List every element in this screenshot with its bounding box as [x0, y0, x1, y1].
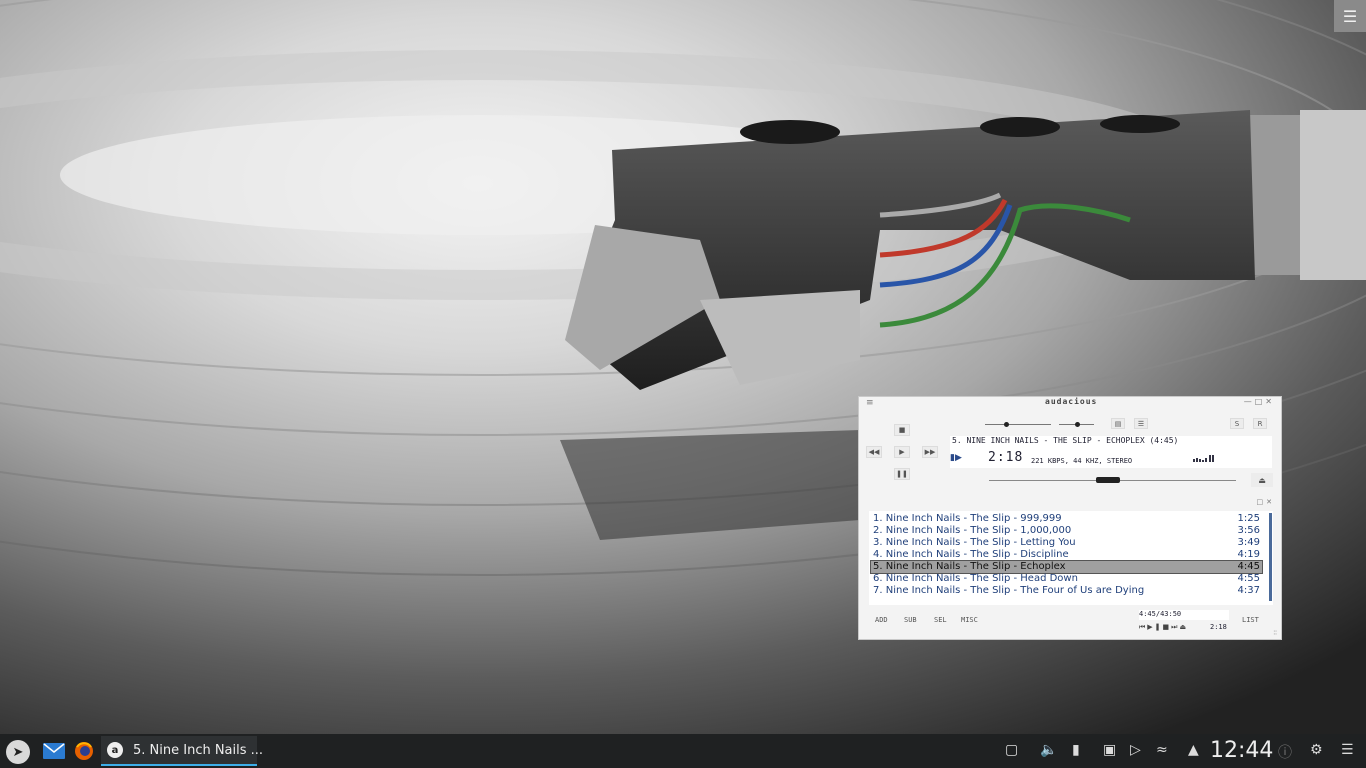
volume-icon[interactable]: 🔈 [1040, 742, 1057, 758]
stop-button[interactable]: ■ [894, 424, 910, 436]
track-title: 6. Nine Inch Nails - The Slip - Head Dow… [873, 573, 1078, 584]
desktop-toolbox-button[interactable]: ☰ [1334, 0, 1366, 32]
volume-slider[interactable] [985, 424, 1051, 425]
stream-info: 221 KBPS, 44 KHZ, STEREO [1031, 457, 1133, 465]
list-icon: ☰ [1137, 419, 1145, 428]
firefox-icon [75, 742, 93, 760]
resize-grip-icon[interactable]: ∶∶ [1273, 629, 1277, 637]
playlist-row[interactable]: 1. Nine Inch Nails - The Slip - 999,999 … [871, 513, 1262, 525]
now-playing-title: 5. NINE INCH NAILS - THE SLIP - ECHOPLEX… [952, 436, 1179, 445]
track-duration: 4:45 [1237, 561, 1260, 572]
balance-knob[interactable] [1074, 422, 1080, 427]
track-duration: 1:25 [1237, 513, 1260, 524]
playlist-toggle-button[interactable]: ☰ [1134, 418, 1148, 429]
shuffle-icon: S [1234, 419, 1240, 428]
track-title: 4. Nine Inch Nails - The Slip - Discipli… [873, 549, 1069, 560]
window-buttons[interactable]: —□✕ [1244, 397, 1275, 406]
fast-forward-icon: ▶▶ [924, 448, 936, 456]
track-duration: 4:37 [1237, 585, 1260, 596]
track-duration: 3:56 [1237, 525, 1260, 536]
playlist-total-time: 4:45/43:50 [1139, 610, 1229, 620]
track-display: 5. NINE INCH NAILS - THE SLIP - ECHOPLEX… [950, 436, 1272, 468]
equalizer-button[interactable]: ▤ [1111, 418, 1125, 429]
hamburger-icon: ☰ [1342, 6, 1358, 26]
play-icon: ▶ [899, 448, 905, 456]
menu-icon[interactable]: ≡ [866, 398, 874, 408]
active-task-audacious[interactable]: a 5. Nine Inch Nails ... [101, 736, 263, 766]
expand-tray-icon[interactable]: ▲ [1188, 742, 1199, 758]
playlist-scrollbar[interactable] [1269, 513, 1272, 601]
track-title: 5. Nine Inch Nails - The Slip - Echoplex [873, 561, 1066, 572]
rewind-icon: ◀◀ [868, 448, 880, 456]
playlist-window-buttons[interactable]: □✕ [1257, 498, 1275, 506]
clock[interactable]: 12:44 [1210, 738, 1273, 763]
pause-icon: ❚❚ [896, 470, 908, 478]
track-duration: 3:49 [1237, 537, 1260, 548]
playlist-row[interactable]: 4. Nine Inch Nails - The Slip - Discipli… [871, 549, 1262, 561]
audacious-icon: a [107, 742, 123, 758]
mini-elapsed-time: 2:18 [1210, 623, 1227, 631]
taskbar: ➤ a 5. Nine Inch Nails ... ▢ 🔈 ▮ ▣ ▷ ≈ ▲… [0, 734, 1366, 768]
track-duration: 4:55 [1237, 573, 1260, 584]
volume-knob[interactable] [1004, 422, 1010, 427]
play-button[interactable]: ▶ [894, 446, 910, 458]
playing-indicator-icon: ▮▶ [950, 453, 962, 463]
eject-button[interactable]: ⏏ [1251, 473, 1273, 487]
sub-button[interactable]: SUB [904, 616, 917, 624]
track-title: 2. Nine Inch Nails - The Slip - 1,000,00… [873, 525, 1072, 536]
visualizer[interactable] [1193, 452, 1233, 462]
mini-transport-controls[interactable]: ⏮▶❚■⏭⏏ [1139, 623, 1188, 632]
repeat-button[interactable]: R [1253, 418, 1267, 429]
playlist[interactable]: 1. Nine Inch Nails - The Slip - 999,999 … [869, 511, 1273, 605]
previous-button[interactable]: ◀◀ [866, 446, 882, 458]
track-title: 7. Nine Inch Nails - The Slip - The Four… [873, 585, 1145, 596]
playlist-row[interactable]: 6. Nine Inch Nails - The Slip - Head Dow… [871, 573, 1262, 585]
playlist-row[interactable]: 2. Nine Inch Nails - The Slip - 1,000,00… [871, 525, 1262, 537]
sel-button[interactable]: SEL [934, 616, 947, 624]
usb-device-icon[interactable]: ▣ [1103, 742, 1116, 758]
task-label: 5. Nine Inch Nails ... [133, 743, 264, 758]
audacious-player-window: ≡ audacious —□✕ ■ ◀◀ ▶ ▶▶ ❚❚ ▤ ☰ S R 5. … [858, 396, 1282, 640]
track-title: 1. Nine Inch Nails - The Slip - 999,999 [873, 513, 1062, 524]
track-duration: 4:19 [1237, 549, 1260, 560]
equalizer-icon: ▤ [1114, 419, 1122, 428]
media-player-icon[interactable]: ▷ [1130, 742, 1141, 758]
add-button[interactable]: ADD [875, 616, 888, 624]
pause-button[interactable]: ❚❚ [894, 468, 910, 480]
seek-knob[interactable] [1095, 477, 1120, 483]
eject-icon: ⏏ [1258, 475, 1266, 485]
mail-launcher[interactable] [43, 741, 65, 761]
app-logo: audacious [1045, 397, 1098, 406]
playlist-row[interactable]: 3. Nine Inch Nails - The Slip - Letting … [871, 537, 1262, 549]
playlist-row[interactable]: 7. Nine Inch Nails - The Slip - The Four… [871, 585, 1262, 597]
next-button[interactable]: ▶▶ [922, 446, 938, 458]
firefox-launcher[interactable] [73, 741, 95, 761]
hamburger-icon[interactable]: ☰ [1341, 742, 1354, 758]
mail-icon [43, 743, 65, 759]
panel-settings-icon[interactable]: ⚙ [1310, 742, 1323, 758]
launcher-icon: ➤ [12, 744, 24, 760]
application-launcher[interactable]: ➤ [6, 740, 30, 764]
track-title: 3. Nine Inch Nails - The Slip - Letting … [873, 537, 1076, 548]
shuffle-button[interactable]: S [1230, 418, 1244, 429]
playlist-row-selected[interactable]: 5. Nine Inch Nails - The Slip - Echoplex… [870, 560, 1263, 574]
stop-icon: ■ [898, 426, 906, 434]
notifications-icon[interactable]: ⓘ [1278, 742, 1292, 762]
battery-icon[interactable]: ▮ [1072, 742, 1080, 758]
list-button[interactable]: LIST [1242, 616, 1259, 624]
elapsed-time[interactable]: 2:18 [988, 450, 1023, 465]
player-titlebar[interactable]: ≡ audacious —□✕ [859, 397, 1281, 409]
repeat-icon: R [1257, 419, 1263, 428]
terminal-icon[interactable]: ▢ [1005, 742, 1018, 758]
misc-button[interactable]: MISC [961, 616, 978, 624]
wifi-icon[interactable]: ≈ [1156, 742, 1168, 758]
